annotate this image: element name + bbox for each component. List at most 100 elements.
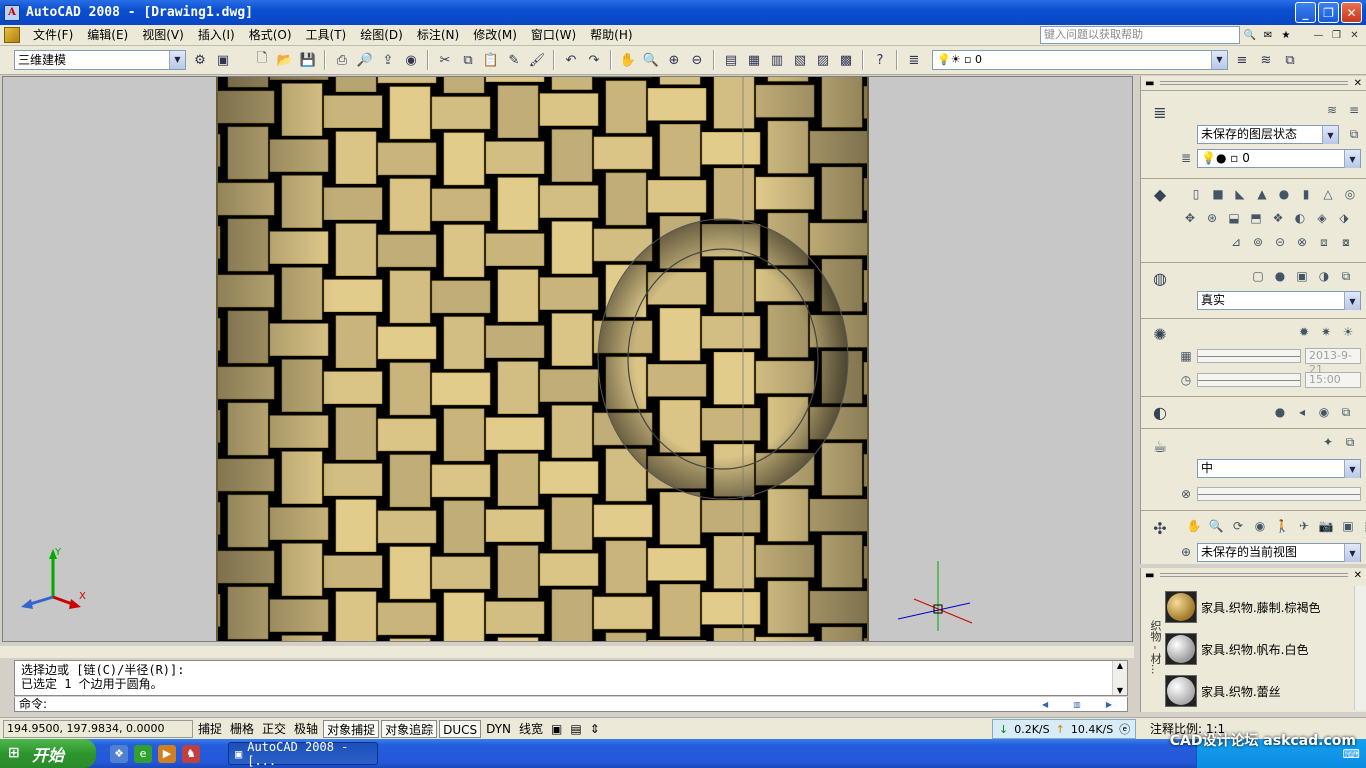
realistic-style-icon[interactable]: ● bbox=[1271, 267, 1289, 285]
time-field[interactable]: 15:00 bbox=[1305, 372, 1361, 388]
quicklaunch-media-icon[interactable]: ▶ bbox=[158, 744, 176, 763]
copy-icon[interactable]: ⧉ bbox=[458, 50, 478, 70]
layer-make-current-icon[interactable]: ≣ bbox=[1177, 149, 1195, 167]
box-icon[interactable]: ■ bbox=[1209, 185, 1227, 203]
menu-format[interactable]: 格式(O) bbox=[242, 25, 299, 46]
visual-styles-panel-icon[interactable]: ◍ bbox=[1149, 267, 1171, 289]
properties-icon[interactable]: ▤ bbox=[721, 50, 741, 70]
paste-icon[interactable]: 📋 bbox=[481, 50, 501, 70]
menu-insert[interactable]: 插入(I) bbox=[191, 25, 242, 46]
cut-icon[interactable]: ✂ bbox=[435, 50, 455, 70]
lineweight-toggle[interactable]: 线宽 bbox=[516, 720, 546, 738]
scroll-right-icon[interactable]: ▶ bbox=[1106, 700, 1112, 709]
3d-dwf-icon[interactable]: ◉ bbox=[401, 50, 421, 70]
design-center-icon[interactable]: ▦ bbox=[744, 50, 764, 70]
palette-collapse-icon[interactable]: ▬ bbox=[1145, 570, 1154, 581]
loft-icon[interactable]: ◈ bbox=[1313, 209, 1331, 227]
start-button[interactable]: ⊞ 开始 bbox=[0, 739, 96, 768]
sun-status-icon[interactable]: ✷ bbox=[1317, 323, 1335, 341]
pan-icon[interactable]: ✋ bbox=[618, 50, 638, 70]
chevron-down-icon[interactable]: ▼ bbox=[1211, 51, 1227, 69]
grid-toggle[interactable]: 栅格 bbox=[227, 720, 257, 738]
sphere-icon[interactable]: ● bbox=[1275, 185, 1293, 203]
chevron-down-icon[interactable]: ▼ bbox=[1344, 292, 1360, 310]
palette-tab-label[interactable]: 织物 - 材... bbox=[1143, 588, 1163, 706]
sweep-icon[interactable]: ❖ bbox=[1269, 209, 1287, 227]
layer-states-manager-icon[interactable]: ⧉ bbox=[1345, 125, 1363, 143]
layer-select[interactable]: 💡☀ ▫ 0 ▼ bbox=[932, 50, 1228, 70]
palette-close-icon[interactable]: ✕ bbox=[1354, 570, 1362, 581]
match-properties-icon[interactable]: ✎ bbox=[504, 50, 524, 70]
fly-icon[interactable]: ✈ bbox=[1295, 517, 1313, 535]
ducs-toggle[interactable]: DUCS bbox=[439, 719, 482, 738]
scroll-up-icon[interactable]: ▲ bbox=[1117, 661, 1123, 670]
visual-style-manager-icon[interactable]: ⧉ bbox=[1337, 267, 1355, 285]
document-icon[interactable] bbox=[4, 27, 20, 43]
chevron-down-icon[interactable]: ▼ bbox=[1344, 460, 1360, 478]
ortho-toggle[interactable]: 正交 bbox=[259, 720, 289, 738]
model-icon[interactable]: ▣ bbox=[548, 720, 565, 738]
zoom-window-icon[interactable]: ⊕ bbox=[664, 50, 684, 70]
lights-panel-icon[interactable]: ✺ bbox=[1149, 323, 1171, 345]
parallel-projection-icon[interactable]: ▣ bbox=[1339, 517, 1357, 535]
tool-palettes-icon[interactable]: ▥ bbox=[767, 50, 787, 70]
layer-manager-icon[interactable]: ≣ bbox=[904, 50, 924, 70]
block-editor-icon[interactable]: 🖌 bbox=[527, 50, 547, 70]
menu-edit[interactable]: 编辑(E) bbox=[80, 25, 135, 46]
coordinates-display[interactable]: 194.9500, 197.9834, 0.0000 bbox=[3, 719, 193, 738]
help-search-input[interactable]: 键入问题以获取帮助 bbox=[1040, 26, 1240, 44]
presspull-icon[interactable]: ⬒ bbox=[1247, 209, 1265, 227]
chevron-down-icon[interactable]: ▼ bbox=[1344, 544, 1360, 562]
undo-icon[interactable]: ↶ bbox=[561, 50, 581, 70]
open-file-icon[interactable]: 📂 bbox=[275, 50, 295, 70]
create-camera-icon[interactable]: 📷 bbox=[1317, 517, 1335, 535]
menu-view[interactable]: 视图(V) bbox=[135, 25, 191, 46]
camera-icon[interactable]: ◉ bbox=[1251, 517, 1269, 535]
new-file-icon[interactable]: 🗋 bbox=[252, 50, 272, 70]
maximize-button[interactable]: ❐ bbox=[1318, 2, 1339, 23]
current-view-select[interactable]: 未保存的当前视图 ▼ bbox=[1197, 543, 1361, 562]
palette-collapse-icon[interactable]: ▬ bbox=[1145, 78, 1154, 89]
sheet-set-icon[interactable]: ▧ bbox=[790, 50, 810, 70]
dyn-toggle[interactable]: DYN bbox=[483, 720, 514, 738]
sun-properties-icon[interactable]: ☀ bbox=[1339, 323, 1357, 341]
workspace-settings-icon[interactable]: ⚙ bbox=[190, 50, 210, 70]
menu-help[interactable]: 帮助(H) bbox=[583, 25, 639, 46]
render-window-icon[interactable]: ⧉ bbox=[1341, 433, 1359, 451]
workspace-select[interactable]: 三维建模 ▼ bbox=[14, 50, 186, 70]
command-input[interactable]: 命令: bbox=[14, 697, 1128, 712]
scroll-down-icon[interactable]: ▼ bbox=[1117, 686, 1123, 695]
chevron-down-icon[interactable]: ▼ bbox=[1322, 126, 1338, 144]
walk-icon[interactable]: 🚶 bbox=[1273, 517, 1291, 535]
revolve-icon[interactable]: ◐ bbox=[1291, 209, 1309, 227]
zoom-realtime-icon[interactable]: 🔍 bbox=[641, 50, 661, 70]
layer-prev-icon[interactable]: ≋ bbox=[1323, 101, 1341, 119]
doc-minimize-icon[interactable]: — bbox=[1311, 28, 1326, 42]
favorites-star-icon[interactable]: ★ bbox=[1278, 27, 1294, 43]
menu-draw[interactable]: 绘图(D) bbox=[353, 25, 410, 46]
quicklaunch-browser-icon[interactable]: e bbox=[134, 744, 152, 763]
otrack-toggle[interactable]: 对象追踪 bbox=[381, 719, 438, 738]
menu-modify[interactable]: 修改(M) bbox=[466, 25, 524, 46]
save-icon[interactable]: 💾 bbox=[298, 50, 318, 70]
plot-preview-icon[interactable]: 🔎 bbox=[355, 50, 375, 70]
taskbar-autocad-button[interactable]: ▣ AutoCAD 2008 - [... bbox=[228, 740, 378, 768]
imprint-icon[interactable]: ⧈ bbox=[1315, 233, 1333, 251]
separate-icon[interactable]: ⧇ bbox=[1337, 233, 1355, 251]
search-icon[interactable]: 🔍 bbox=[1242, 27, 1258, 43]
hidden-style-icon[interactable]: ▢ bbox=[1249, 267, 1267, 285]
visual-style-select[interactable]: 真实 ▼ bbox=[1197, 291, 1361, 310]
cone-icon[interactable]: ▲ bbox=[1253, 185, 1271, 203]
material-attach-icon[interactable]: ◉ bbox=[1315, 403, 1333, 421]
conceptual-style-icon[interactable]: ▣ bbox=[1293, 267, 1311, 285]
3d-orbit-icon[interactable]: ⟳ bbox=[1229, 517, 1247, 535]
autocad-app-icon[interactable]: A bbox=[4, 4, 20, 21]
layer-states-icon[interactable]: ⧉ bbox=[1280, 50, 1300, 70]
layer-previous-icon[interactable]: ≋ bbox=[1256, 50, 1276, 70]
material-item[interactable]: 家具.织物.藤制.棕褐色 bbox=[1165, 586, 1355, 628]
browser-icon[interactable]: ⓔ bbox=[1119, 721, 1130, 737]
intersect-icon[interactable]: ⊗ bbox=[1293, 233, 1311, 251]
polar-toggle[interactable]: 极轴 bbox=[291, 720, 321, 738]
date-slider[interactable] bbox=[1197, 349, 1301, 363]
command-scrollbar[interactable]: ▲ ▼ bbox=[1112, 661, 1127, 695]
